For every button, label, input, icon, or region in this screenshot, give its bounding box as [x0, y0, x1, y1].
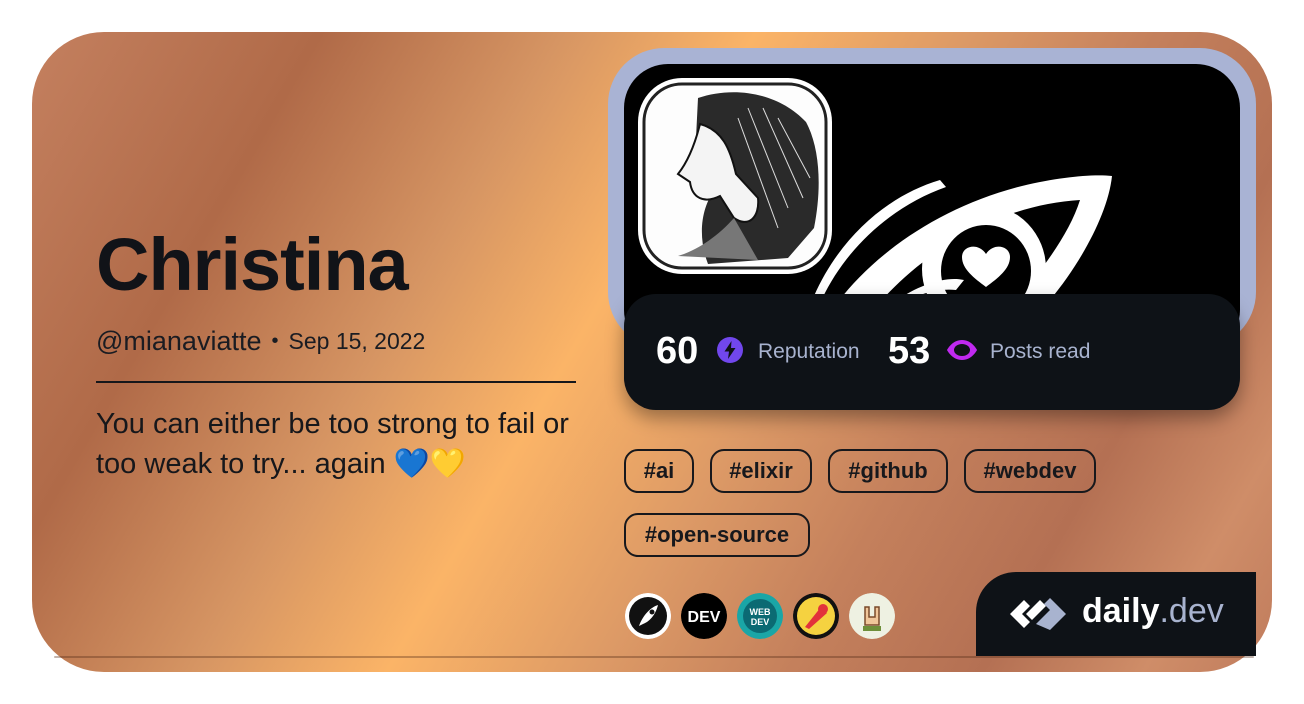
eye-icon	[946, 336, 978, 369]
avatar[interactable]	[638, 78, 832, 274]
reputation-value: 60	[656, 330, 699, 372]
svg-text:DEV: DEV	[751, 617, 770, 627]
stats-panel: 60 Reputation 53 Posts read	[624, 294, 1240, 410]
daily-dev-wordmark: daily.dev	[1082, 592, 1224, 631]
card-rim	[54, 656, 1254, 658]
divider	[96, 381, 576, 383]
profile-bio: You can either be too strong to fail or …	[96, 408, 569, 480]
tag-chip[interactable]: #github	[828, 449, 948, 493]
lightning-icon	[716, 336, 744, 369]
posts-read-value: 53	[888, 330, 931, 372]
tag-chip[interactable]: #elixir	[710, 449, 812, 493]
posts-read-label: Posts read	[990, 340, 1091, 363]
reputation-label: Reputation	[758, 340, 860, 363]
brand-name: daily	[1082, 592, 1160, 630]
profile-name: Christina	[96, 223, 409, 306]
pen-badge-icon[interactable]	[793, 593, 839, 639]
tag-chip[interactable]: #open-source	[624, 513, 810, 557]
daily-dev-brand[interactable]: daily.dev	[976, 572, 1256, 656]
svg-text:WEB: WEB	[750, 607, 771, 617]
profile-meta: @mianaviatte • Sep 15, 2022	[96, 326, 425, 357]
dev-badge-icon[interactable]: DEV	[681, 593, 727, 639]
brand-tld: .dev	[1159, 592, 1224, 630]
meta-separator: •	[271, 330, 279, 352]
profile-handle[interactable]: @mianaviatte	[96, 326, 261, 357]
webdev-badge-icon[interactable]: WEB DEV	[737, 593, 783, 639]
rock-hand-badge-icon[interactable]	[849, 593, 895, 639]
tag-chip[interactable]: #webdev	[964, 449, 1096, 493]
svg-text:DEV: DEV	[688, 609, 721, 626]
daily-dev-logo-icon	[1010, 598, 1066, 630]
joined-date: Sep 15, 2022	[288, 328, 426, 354]
avatar-sketch-icon	[642, 82, 828, 270]
quill-badge-icon[interactable]	[625, 593, 671, 639]
tag-chip[interactable]: #ai	[624, 449, 694, 493]
